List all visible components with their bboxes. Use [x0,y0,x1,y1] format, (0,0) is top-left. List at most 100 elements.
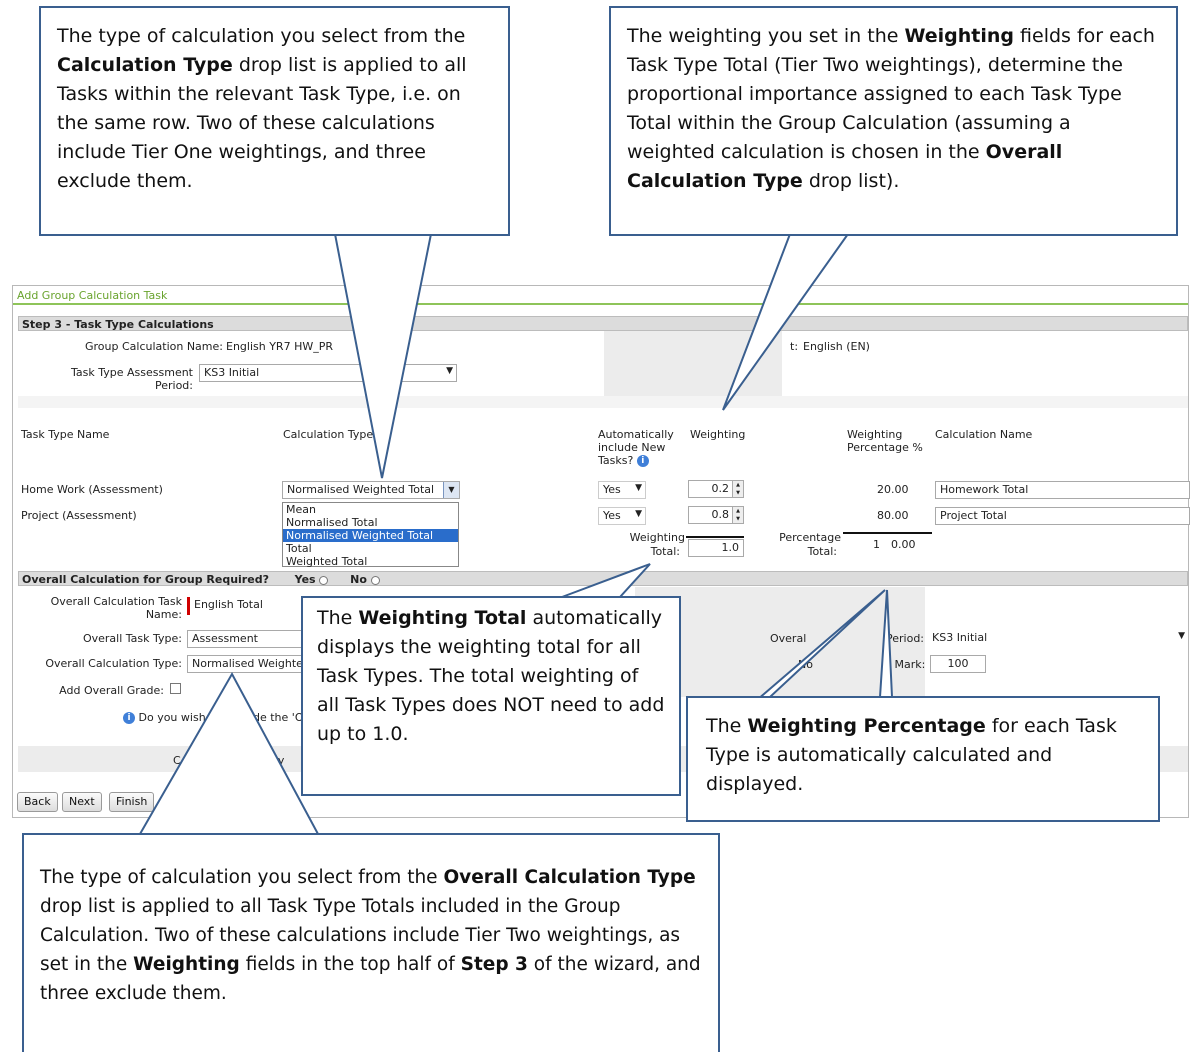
row-2-auto-include-select[interactable]: Yes ▼ [598,507,646,525]
overall-mark-label-start: No [798,658,813,671]
percentage-total-value-start: 1 [873,538,880,551]
callout-weighting-bold-1: Weighting [904,25,1014,47]
group-calc-name-value: English YR7 HW_PR [226,340,333,353]
calc-type-dropdown-list[interactable]: Mean Normalised Total Normalised Weighte… [282,502,459,568]
row-1-task-type-name: Home Work (Assessment) [21,483,163,496]
overall-task-name-input[interactable]: English Total [187,597,307,615]
col-auto-include-3: Tasks? i [598,454,649,467]
calc-type-option-normalised-weighted-total[interactable]: Normalised Weighted Total [283,529,458,542]
info-band-row [18,396,1188,408]
callout-overall-calc-text-1: The type of calculation you select from … [40,867,444,888]
spinner-arrows-icon[interactable]: ▲ ▼ [732,507,743,523]
callout-weighting-total-bold-1: Weighting Total [358,607,527,629]
overall-calc-type-select[interactable]: Normalised Weighte [187,655,307,673]
col-weighting-pct-1: Weighting [847,428,903,441]
row-1-auto-include-value: Yes [603,483,621,496]
group-calc-name-label: Group Calculation Name: [84,340,223,353]
col-weighting: Weighting [690,428,746,441]
include-question-start: Do you wish [138,711,206,724]
overall-period-select[interactable]: KS3 Initial ▼ [928,630,1188,648]
chevron-down-icon: ▼ [446,366,453,376]
subject-value: English (EN) [803,340,870,353]
callout-calc-type-bold-1: Calculation Type [57,54,233,76]
calc-type-option-total[interactable]: Total [283,542,458,555]
col-auto-include-2: include New [598,441,666,454]
chevron-down-icon: ▼ [635,509,642,519]
overall-mark-label-end: n Mark: [884,658,926,671]
row-1-calc-type-value: Normalised Weighted Total [287,483,435,496]
next-button[interactable]: Next [62,792,102,812]
percentage-total-label-2: Total: [807,545,837,558]
info-band [604,331,782,396]
callout-overall-calc-bold-1: Overall Calculation Type [443,867,696,888]
callout-weighting-pct: The Weighting Percentage for each Task T… [686,696,1160,822]
col-auto-include-3-text: Tasks? [598,454,634,467]
overall-period-label-end: Period: [886,632,925,645]
overall-period-value: KS3 Initial [932,631,988,644]
row-2-auto-include-value: Yes [603,509,621,522]
period-select-value: KS3 Initial [204,366,260,379]
window-title: Add Group Calculation Task [13,286,1188,305]
row-1-calc-name-input[interactable]: Homework Total [935,481,1190,499]
col-calculation-name: Calculation Name [935,428,1033,441]
callout-overall-calc-text-3: fields in the top half of [239,954,461,975]
percentage-total-value-end: 0.00 [891,538,916,551]
partial-text-c: C [173,754,181,767]
overall-required-label: Overall Calculation for Group Required? [22,573,269,586]
row-2-percentage: 80.00 [877,509,909,522]
col-calculation-type: Calculation Type [283,428,374,441]
info-icon[interactable]: i [123,712,135,724]
step-header: Step 3 - Task Type Calculations [18,316,1188,331]
calc-type-option-mean[interactable]: Mean [283,503,458,516]
callout-calc-type-text-1: The type of calculation you select from … [57,25,466,47]
chevron-down-icon: ▼ [443,482,459,498]
overall-mark-input[interactable]: 100 [930,655,986,673]
row-2-calc-name-input[interactable]: Project Total [935,507,1190,525]
row-1-weighting-stepper[interactable]: 0.2 ▲ ▼ [688,480,744,498]
overall-period-label-start: Overal [770,632,807,645]
row-1-weighting-value: 0.2 [711,482,730,495]
callout-weighting-pct-bold-1: Weighting Percentage [747,715,986,737]
finish-button[interactable]: Finish [109,792,155,812]
row-1-auto-include-select[interactable]: Yes ▼ [598,481,646,499]
callout-overall-calc-bold-3: Step 3 [460,954,528,975]
col-weighting-pct-2: Percentage % [847,441,923,454]
overall-yes-radio[interactable] [319,575,329,585]
callout-calc-type: The type of calculation you select from … [39,6,510,236]
weighting-total-label-2: Total: [650,545,680,558]
overall-section-header: Overall Calculation for Group Required? … [18,571,1188,586]
spinner-arrows-icon[interactable]: ▲ ▼ [732,481,743,497]
callout-weighting-text-1: The weighting you set in the [627,25,905,47]
callout-weighting-pct-text-1: The [706,715,748,737]
overall-task-name-label-2: Name: [145,608,182,621]
row-2-task-type-name: Project (Assessment) [21,509,137,522]
add-overall-grade-checkbox[interactable] [170,683,181,694]
period-select[interactable]: KS3 Initial ▼ [199,364,457,382]
overall-task-type-label: Overall Task Type: [82,632,182,645]
row-2-weighting-stepper[interactable]: 0.8 ▲ ▼ [688,506,744,524]
percentage-total-label-1: Percentage [779,531,841,544]
add-overall-grade-label: Add Overall Grade: [59,684,164,697]
callout-overall-calc: The type of calculation you select from … [22,833,720,1052]
row-2-weighting-value: 0.8 [711,508,730,521]
back-button[interactable]: Back [17,792,58,812]
callout-weighting-total: The Weighting Total automatically displa… [301,596,681,796]
info-icon[interactable]: i [636,455,649,467]
callout-weighting: The weighting you set in the Weighting f… [609,6,1178,236]
overall-no-radio[interactable] [370,575,380,585]
callout-overall-calc-bold-2: Weighting [133,954,240,975]
overall-task-name-label-1: Overall Calculation Task [50,595,182,608]
calc-type-option-normalised-total[interactable]: Normalised Total [283,516,458,529]
overall-task-type-select[interactable]: Assessment [187,630,307,648]
overall-yes-label: Yes [294,573,316,586]
percentage-total-line [843,532,932,534]
weighting-total-value: 1.0 [688,539,744,557]
period-label-line1: Task Type Assessment [71,366,193,379]
chevron-down-icon: ▼ [635,483,642,493]
callout-weighting-text-3: drop list). [802,170,900,192]
col-task-type-name: Task Type Name [21,428,110,441]
row-1-calc-type-select[interactable]: Normalised Weighted Total ▼ [282,481,460,499]
calc-type-option-weighted-total[interactable]: Weighted Total [283,555,458,568]
period-label-line2: Period: [154,379,193,392]
callout-weighting-total-text-1: The [317,607,359,629]
